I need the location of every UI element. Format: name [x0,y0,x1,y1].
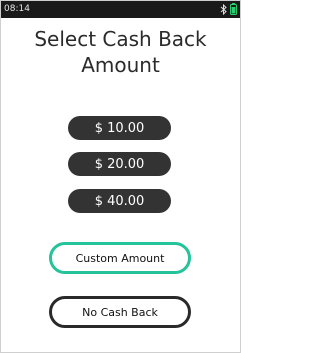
status-time: 08:14 [4,4,30,14]
amount-20-button[interactable]: $ 20.00 [68,152,171,176]
page-title-line1: Select Cash Back [34,27,207,51]
page-title: Select Cash Back Amount [1,26,240,78]
custom-amount-label: Custom Amount [75,251,165,265]
status-icons [220,3,237,15]
amount-40-button[interactable]: $ 40.00 [68,189,171,213]
custom-amount-button[interactable]: Custom Amount [49,242,191,274]
cash-back-screen: 08:14 Select Cash Back Amount $ 10.00 $ … [0,0,241,353]
amount-10-button[interactable]: $ 10.00 [68,116,171,140]
battery-icon [230,3,237,15]
page-title-line2: Amount [81,53,160,77]
no-cash-back-button[interactable]: No Cash Back [49,296,191,328]
no-cash-back-label: No Cash Back [82,305,158,319]
status-bar: 08:14 [1,1,240,18]
bluetooth-icon [220,3,227,15]
